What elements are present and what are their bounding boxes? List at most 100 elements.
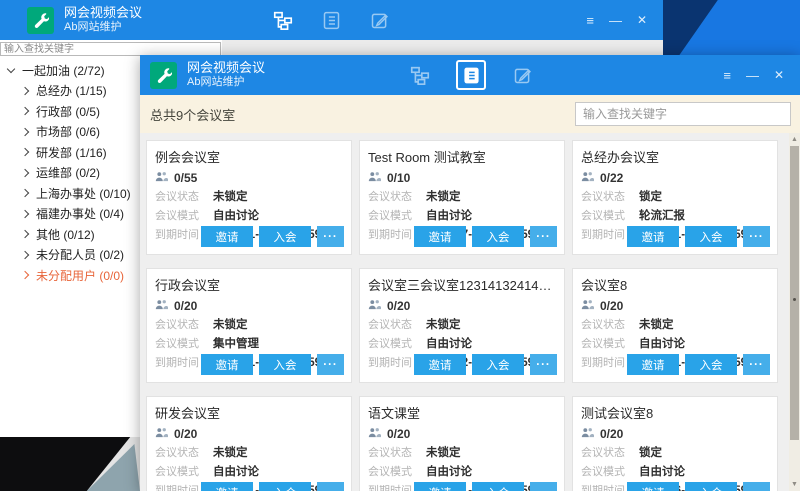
room-card: 会议室8 0/20 会议状态未锁定 会议模式自由讨论 到期时间2022-01-2… — [572, 268, 778, 383]
room-card: 行政会议室 0/20 会议状态未锁定 会议模式集中管理 到期时间2023-01-… — [146, 268, 352, 383]
room-card: 语文课堂 0/20 会议状态未锁定 会议模式自由讨论 到期时间2022-01-2… — [359, 396, 565, 491]
status-label: 会议状态 — [155, 188, 213, 204]
invite-button[interactable]: 邀请 — [201, 482, 253, 491]
status-value: 锁定 — [639, 188, 662, 204]
app-logo — [150, 62, 177, 89]
chevron-down-icon — [7, 65, 15, 73]
wallpaper-navy-shape — [663, 0, 800, 55]
invite-button[interactable]: 邀请 — [627, 482, 679, 491]
meeting-rooms-window: 网会视频会议 Ab网站维护 ≡ — ✕ 总共9个会议室 例会会议室 — [140, 55, 800, 491]
status-label: 会议状态 — [368, 444, 426, 460]
invite-button[interactable]: 邀请 — [414, 354, 466, 375]
more-button[interactable]: ··· — [743, 482, 770, 491]
app-subtitle: Ab网站维护 — [187, 76, 265, 89]
mode-label: 会议模式 — [581, 463, 639, 479]
app-logo — [27, 7, 54, 34]
more-button[interactable]: ··· — [317, 482, 344, 491]
room-name: 会议室三会议室123141324141三会议室 — [368, 275, 556, 294]
menu-button[interactable]: ≡ — [723, 69, 731, 82]
room-occupancy: 0/20 — [174, 299, 197, 313]
invite-button[interactable]: 邀请 — [414, 226, 466, 247]
more-button[interactable]: ··· — [530, 354, 557, 375]
mode-value: 自由讨论 — [426, 463, 472, 479]
app-title: 网会视频会议 — [187, 61, 265, 76]
room-list-icon[interactable] — [456, 60, 486, 90]
join-button[interactable]: 入会 — [472, 226, 524, 247]
more-button[interactable]: ··· — [743, 354, 770, 375]
join-button[interactable]: 入会 — [259, 354, 311, 375]
room-name: 语文课堂 — [368, 403, 556, 422]
join-button[interactable]: 入会 — [259, 482, 311, 491]
wallpaper-bottom-left — [0, 437, 140, 491]
more-button[interactable]: ··· — [317, 354, 344, 375]
status-label: 会议状态 — [155, 316, 213, 332]
invite-button[interactable]: 邀请 — [627, 354, 679, 375]
people-icon — [581, 427, 594, 441]
room-occupancy: 0/20 — [600, 299, 623, 313]
status-value: 未锁定 — [213, 444, 248, 460]
room-card: 测试会议室8 0/20 会议状态锁定 会议模式自由讨论 到期时间2021-06-… — [572, 396, 778, 491]
people-icon — [368, 171, 381, 185]
org-tree-icon[interactable] — [408, 63, 432, 87]
room-name: 研发会议室 — [155, 403, 343, 422]
rooms-search-input[interactable] — [575, 102, 791, 126]
chevron-right-icon — [21, 169, 29, 177]
close-button[interactable]: ✕ — [774, 69, 784, 81]
edit-icon[interactable] — [367, 8, 391, 32]
room-card-grid: 例会会议室 0/55 会议状态未锁定 会议模式自由讨论 到期时间2028-01-… — [146, 140, 778, 491]
tree-item-label: 市场部 (0/6) — [36, 123, 100, 140]
scroll-down-icon[interactable]: ▼ — [789, 479, 800, 490]
mode-label: 会议模式 — [155, 463, 213, 479]
scrollbar-thumb[interactable] — [790, 146, 799, 440]
chevron-right-icon — [21, 107, 29, 115]
rooms-content: 例会会议室 0/55 会议状态未锁定 会议模式自由讨论 到期时间2028-01-… — [140, 133, 800, 491]
window-controls: ≡ — ✕ — [723, 55, 784, 95]
join-button[interactable]: 入会 — [685, 354, 737, 375]
wrench-icon — [33, 12, 49, 28]
room-occupancy: 0/20 — [387, 299, 410, 313]
room-name: 总经办会议室 — [581, 147, 769, 166]
title-block: 网会视频会议 Ab网站维护 — [187, 61, 265, 89]
org-tree-icon[interactable] — [271, 8, 295, 32]
invite-button[interactable]: 邀请 — [201, 354, 253, 375]
minimize-button[interactable]: — — [609, 14, 622, 27]
menu-button[interactable]: ≡ — [586, 14, 594, 27]
room-name: 例会会议室 — [155, 147, 343, 166]
room-name: Test Room 测试教室 — [368, 147, 556, 166]
chevron-right-icon — [21, 189, 29, 197]
room-list-icon[interactable] — [319, 8, 343, 32]
more-button[interactable]: ··· — [530, 482, 557, 491]
nav-icons — [271, 0, 391, 40]
invite-button[interactable]: 邀请 — [627, 226, 679, 247]
vertical-scrollbar[interactable]: ▲ ▼ — [789, 133, 800, 491]
more-button[interactable]: ··· — [317, 226, 344, 247]
app-title: 网会视频会议 — [64, 6, 142, 21]
chevron-right-icon — [21, 87, 29, 95]
room-card: Test Room 测试教室 0/10 会议状态未锁定 会议模式自由讨论 到期时… — [359, 140, 565, 255]
edit-icon[interactable] — [510, 63, 534, 87]
room-card: 会议室三会议室123141324141三会议室 0/20 会议状态未锁定 会议模… — [359, 268, 565, 383]
tree-item-label: 行政部 (0/5) — [36, 103, 100, 120]
status-value: 锁定 — [639, 444, 662, 460]
minimize-button[interactable]: — — [746, 69, 759, 82]
tree-search-input[interactable] — [0, 42, 221, 56]
status-value: 未锁定 — [639, 316, 674, 332]
room-occupancy: 0/20 — [387, 427, 410, 441]
close-button[interactable]: ✕ — [637, 14, 647, 26]
chevron-right-icon — [21, 251, 29, 259]
join-button[interactable]: 入会 — [685, 226, 737, 247]
room-card: 研发会议室 0/20 会议状态未锁定 会议模式自由讨论 到期时间2022-01-… — [146, 396, 352, 491]
status-label: 会议状态 — [368, 188, 426, 204]
more-button[interactable]: ··· — [530, 226, 557, 247]
join-button[interactable]: 入会 — [472, 482, 524, 491]
tree-item-label: 未分配用户 (0/0) — [36, 267, 124, 284]
people-icon — [368, 427, 381, 441]
invite-button[interactable]: 邀请 — [414, 482, 466, 491]
scroll-up-icon[interactable]: ▲ — [789, 134, 800, 145]
more-button[interactable]: ··· — [743, 226, 770, 247]
invite-button[interactable]: 邀请 — [201, 226, 253, 247]
join-button[interactable]: 入会 — [685, 482, 737, 491]
mode-value: 自由讨论 — [426, 207, 472, 223]
join-button[interactable]: 入会 — [472, 354, 524, 375]
join-button[interactable]: 入会 — [259, 226, 311, 247]
